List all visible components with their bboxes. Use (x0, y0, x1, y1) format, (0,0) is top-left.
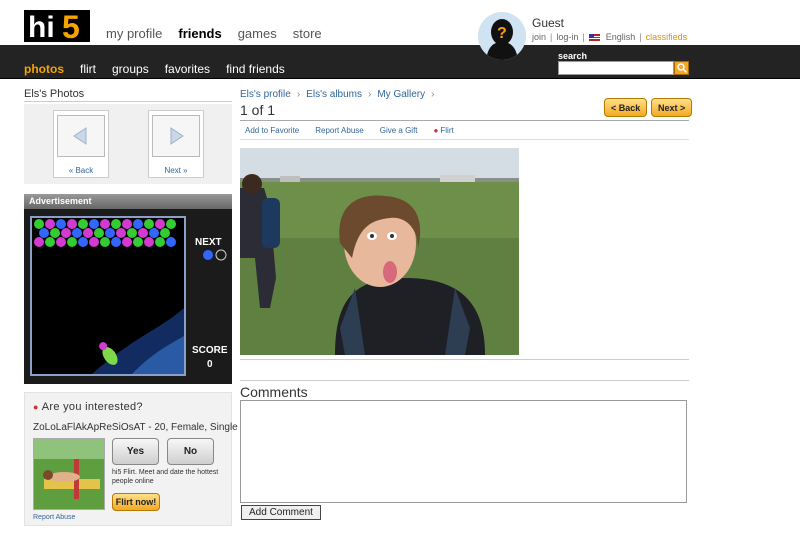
arrow-left-icon (73, 127, 87, 145)
back-label[interactable]: « Back (54, 166, 108, 175)
sub-nav: photos flirt groups favorites find frien… (24, 62, 285, 76)
flirt-link[interactable]: ● Flirt (434, 126, 454, 135)
interest-title: ● Are you interested? (33, 401, 143, 413)
flirt-now-button[interactable]: Flirt now! (112, 493, 160, 511)
breadcrumb-separator: › (431, 89, 435, 100)
interest-user: ZoLoLaFlAkApReSiOsAT - 20, Female, Singl… (33, 422, 238, 433)
breadcrumb-albums[interactable]: Els's albums (306, 89, 362, 100)
sub-navbar: photos flirt groups favorites find frien… (0, 45, 800, 79)
photo-pager: 1 of 1 (240, 102, 276, 118)
breadcrumb-profile[interactable]: Els's profile (240, 89, 291, 100)
svg-text:?: ? (497, 25, 507, 42)
back-thumb-button[interactable]: « Back (53, 110, 109, 178)
svg-text:hi: hi (28, 11, 55, 42)
advertisement[interactable]: Advertisement NEXT SCORE 0 (24, 194, 232, 384)
breadcrumb-separator: › (368, 89, 372, 100)
yes-button[interactable]: Yes (112, 438, 159, 465)
main-photo[interactable] (240, 148, 519, 355)
add-comment-button[interactable]: Add Comment (241, 505, 321, 520)
us-flag-icon (588, 33, 600, 41)
interest-title-text: Are you interested? (41, 401, 143, 413)
interest-panel: ● Are you interested? ZoLoLaFlAkApReSiOsA… (24, 392, 238, 526)
subnav-photos[interactable]: photos (24, 62, 64, 76)
comments-title: Comments (240, 384, 308, 400)
top-header: hi 5 hi5 my profile friends games store … (0, 0, 800, 60)
bubble-game-graphic (32, 218, 184, 374)
heart-icon: ● (433, 125, 439, 135)
join-link[interactable]: join (532, 32, 546, 42)
hi5-logo[interactable]: hi 5 (24, 10, 90, 42)
interest-report-abuse-link[interactable]: Report Abuse (33, 514, 75, 521)
top-nav: my profile friends games store (106, 26, 322, 41)
next-button[interactable]: Next > (651, 98, 693, 117)
guest-avatar[interactable]: ? (478, 12, 526, 60)
classifieds-link[interactable]: classifieds (646, 32, 688, 42)
subnav-flirt[interactable]: flirt (80, 62, 96, 76)
nav-store[interactable]: store (293, 26, 322, 41)
bubble-game-area[interactable] (30, 216, 186, 376)
svg-text:5: 5 (62, 10, 80, 42)
photo-action-bar: Add to Favorite Report Abuse Give a Gift… (240, 120, 689, 140)
heart-icon: ● (33, 402, 39, 412)
photos-title: Els's Photos (24, 88, 85, 100)
nav-friends[interactable]: friends (178, 26, 221, 41)
subnav-groups[interactable]: groups (112, 62, 149, 76)
flirt-link-text: Flirt (440, 125, 454, 135)
separator: | (582, 32, 585, 42)
nav-my-profile[interactable]: my profile (106, 26, 162, 41)
next-thumb-button[interactable]: Next » (148, 110, 204, 178)
search-input[interactable] (558, 61, 674, 75)
divider (240, 380, 689, 381)
next-bubble-icons (203, 249, 227, 261)
ad-header: Advertisement (24, 194, 232, 209)
guest-name: Guest (532, 16, 565, 30)
search-label: search (558, 51, 588, 61)
login-link[interactable]: log-in (556, 32, 578, 42)
ad-score-label: SCORE (192, 345, 228, 356)
flirt-description: hi5 Flirt. Meet and date the hottest peo… (112, 469, 219, 485)
guest-silhouette-icon: ? (478, 12, 526, 60)
next-label[interactable]: Next » (149, 166, 203, 175)
divider (240, 359, 689, 360)
divider (24, 101, 232, 102)
ad-score-value: 0 (207, 359, 213, 370)
breadcrumb-separator: › (296, 89, 301, 100)
give-gift-link[interactable]: Give a Gift (380, 126, 418, 135)
main-photo-graphic (240, 148, 519, 355)
arrow-right-icon (170, 127, 184, 145)
no-button[interactable]: No (167, 438, 214, 465)
next-frame (152, 115, 200, 157)
search-icon (676, 63, 687, 73)
add-to-favorite-link[interactable]: Add to Favorite (245, 126, 299, 135)
back-frame (57, 115, 105, 157)
interest-photo-graphic (34, 439, 104, 509)
interest-user-photo[interactable] (33, 438, 105, 510)
separator: | (639, 32, 642, 42)
breadcrumb: Els's profile › Els's albums › My Gallery › (240, 89, 434, 100)
guest-links: join | log-in | English | classifieds (532, 32, 687, 42)
language-link[interactable]: English (606, 32, 636, 42)
search-button[interactable] (674, 61, 689, 75)
subnav-find-friends[interactable]: find friends (226, 62, 285, 76)
photo-navigation: « Back Next » (24, 104, 232, 184)
comment-textarea[interactable] (240, 400, 687, 503)
ad-next-label: NEXT (195, 237, 222, 248)
subnav-favorites[interactable]: favorites (165, 62, 210, 76)
breadcrumb-gallery[interactable]: My Gallery (377, 89, 425, 100)
back-button[interactable]: < Back (604, 98, 648, 117)
separator: | (550, 32, 553, 42)
nav-games[interactable]: games (238, 26, 277, 41)
report-abuse-link[interactable]: Report Abuse (315, 126, 363, 135)
